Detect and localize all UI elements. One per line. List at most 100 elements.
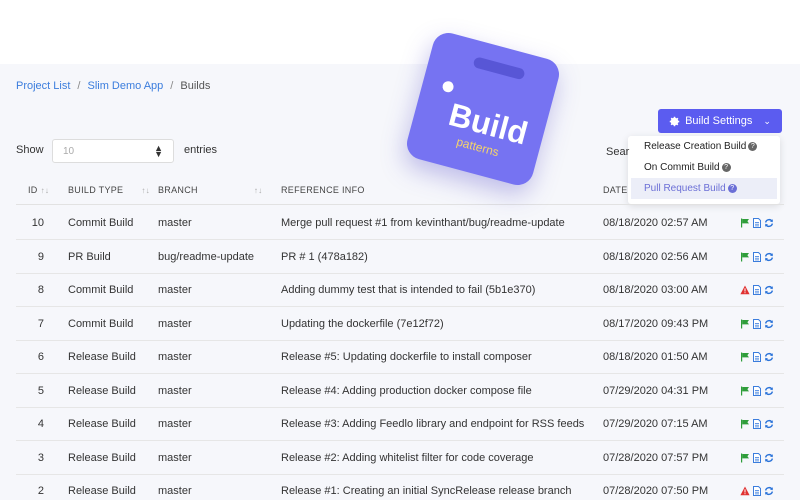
document-icon[interactable] <box>752 486 762 496</box>
breadcrumb-separator: / <box>170 80 174 92</box>
column-header-build-type[interactable]: BUILD TYPE ↑↓ <box>68 185 150 195</box>
row-actions <box>740 419 774 429</box>
column-header-branch[interactable]: BRANCH ↑↓ <box>158 185 262 195</box>
cell-build-type: Release Build <box>68 384 136 397</box>
document-icon[interactable] <box>752 285 762 295</box>
row-actions <box>740 385 774 396</box>
table-row[interactable]: 4 Release Build master Release #3: Adding F… <box>16 407 784 441</box>
table-row[interactable]: 8 Commit Build master Adding dummy test tha… <box>16 273 784 307</box>
logo-bar <box>472 56 526 81</box>
cell-build-type: Release Build <box>68 418 136 430</box>
cell-branch: master <box>158 418 192 430</box>
refresh-icon[interactable] <box>764 285 774 295</box>
build-settings-button[interactable]: Build Settings ⌄ <box>658 109 782 133</box>
cell-branch: master <box>158 317 192 330</box>
document-icon[interactable] <box>752 218 762 228</box>
cell-reference-info: Adding dummy test that is intended to fa… <box>281 284 536 296</box>
row-actions <box>740 486 774 496</box>
table-row[interactable]: 9 PR Build bug/readme-update PR # 1 (478a18… <box>16 240 784 274</box>
table-header: ID ↑↓ BUILD TYPE ↑↓ BRANCH ↑↓ REFERENCE INF… <box>16 177 784 205</box>
column-header-id[interactable]: ID ↑↓ <box>28 185 49 195</box>
refresh-icon[interactable] <box>764 319 774 329</box>
row-actions <box>740 251 774 262</box>
flag-icon[interactable] <box>740 352 750 362</box>
cell-build-type: Commit Build <box>68 217 134 229</box>
help-icon[interactable]: ? <box>721 162 731 172</box>
cell-branch: master <box>158 351 192 363</box>
cell-branch: master <box>158 384 192 397</box>
gear-icon <box>669 116 680 126</box>
table-row[interactable]: 6 Release Build master Release #5: Updating… <box>16 340 784 374</box>
refresh-icon[interactable] <box>764 386 774 396</box>
menu-item-release-creation-build[interactable]: Release Creation Build? <box>628 136 780 157</box>
cell-date: 07/29/2020 04:31 PM <box>603 384 709 397</box>
document-icon[interactable] <box>752 452 762 463</box>
flag-icon[interactable] <box>740 386 750 396</box>
document-icon[interactable] <box>752 385 762 396</box>
sort-icon: ↑↓ <box>253 186 263 195</box>
entries-select[interactable]: 10 ▲ ▼ <box>52 139 174 163</box>
cell-reference-info: Release #5: Updating dockerfile to insta… <box>281 351 532 363</box>
cell-date: 08/18/2020 02:57 AM <box>603 217 708 229</box>
table-row[interactable]: 10 Commit Build master Merge pull request #… <box>16 206 784 240</box>
flag-icon[interactable] <box>740 252 750 262</box>
menu-item-on-commit-build[interactable]: On Commit Build? <box>628 157 780 178</box>
flag-icon[interactable] <box>740 218 750 228</box>
document-icon[interactable] <box>752 251 762 262</box>
table-row[interactable]: 5 Release Build master Release #4: Adding p… <box>16 374 784 408</box>
menu-item-label: On Commit Build <box>644 162 720 173</box>
cell-reference-info: Release #2: Adding whitelist filter for … <box>281 451 534 464</box>
table-row[interactable]: 3 Release Build master Release #2: Adding w… <box>16 441 784 475</box>
flag-icon[interactable] <box>740 319 750 329</box>
refresh-icon[interactable] <box>764 419 774 429</box>
warning-icon[interactable] <box>740 285 750 295</box>
refresh-icon[interactable] <box>764 352 774 362</box>
sort-caret-icon: ▲ ▼ <box>154 143 163 159</box>
cell-build-type: Release Build <box>68 485 136 497</box>
cell-date: 07/28/2020 07:50 PM <box>603 485 709 497</box>
breadcrumb-current: Builds <box>180 80 211 92</box>
cell-id: 4 <box>37 418 44 430</box>
cell-reference-info: Release #4: Adding production docker com… <box>281 384 532 397</box>
breadcrumb: Project List / Slim Demo App / Builds <box>16 80 210 92</box>
document-icon[interactable] <box>752 318 762 329</box>
breadcrumb-separator: / <box>77 80 81 92</box>
cell-reference-info: PR # 1 (478a182) <box>281 250 368 263</box>
help-icon[interactable]: ? <box>748 141 758 151</box>
warning-icon[interactable] <box>740 486 750 496</box>
cell-id: 9 <box>37 250 44 263</box>
cell-build-type: PR Build <box>68 250 111 263</box>
chevron-down-icon: ⌄ <box>763 115 771 126</box>
breadcrumb-project-list[interactable]: Project List <box>16 80 70 92</box>
document-icon[interactable] <box>752 419 762 429</box>
entries-select-value: 10 <box>63 146 75 157</box>
cell-reference-info: Release #1: Creating an initial SyncRele… <box>281 485 572 497</box>
refresh-icon[interactable] <box>764 486 774 496</box>
menu-item-label: Release Creation Build <box>644 141 747 152</box>
sort-icon: ↑↓ <box>141 186 150 195</box>
build-settings-label: Build Settings <box>685 115 753 127</box>
breadcrumb-app[interactable]: Slim Demo App <box>87 80 163 92</box>
cell-reference-info: Release #3: Adding Feedlo library and en… <box>281 418 585 430</box>
refresh-icon[interactable] <box>764 453 774 463</box>
cell-build-type: Commit Build <box>68 284 134 296</box>
row-actions <box>740 352 774 362</box>
column-header-date[interactable]: DATE <box>603 185 628 195</box>
cell-id: 7 <box>37 317 44 330</box>
cell-id: 3 <box>37 451 44 464</box>
cell-id: 10 <box>31 217 44 229</box>
refresh-icon[interactable] <box>764 218 774 228</box>
table-row[interactable]: 7 Commit Build master Updating the dockerfi… <box>16 307 784 341</box>
cell-date: 07/28/2020 07:57 PM <box>603 451 709 464</box>
table-row[interactable]: 2 Release Build master Release #1: Creating… <box>16 474 784 500</box>
cell-branch: bug/readme-update <box>158 250 255 263</box>
document-icon[interactable] <box>752 352 762 362</box>
column-header-reference-info[interactable]: REFERENCE INFO <box>281 185 365 195</box>
refresh-icon[interactable] <box>764 252 774 262</box>
cell-build-type: Release Build <box>68 351 136 363</box>
cell-date: 08/17/2020 09:43 PM <box>603 317 709 330</box>
flag-icon[interactable] <box>740 419 750 429</box>
cell-id: 6 <box>37 351 44 363</box>
cell-build-type: Commit Build <box>68 317 134 330</box>
flag-icon[interactable] <box>740 453 750 463</box>
